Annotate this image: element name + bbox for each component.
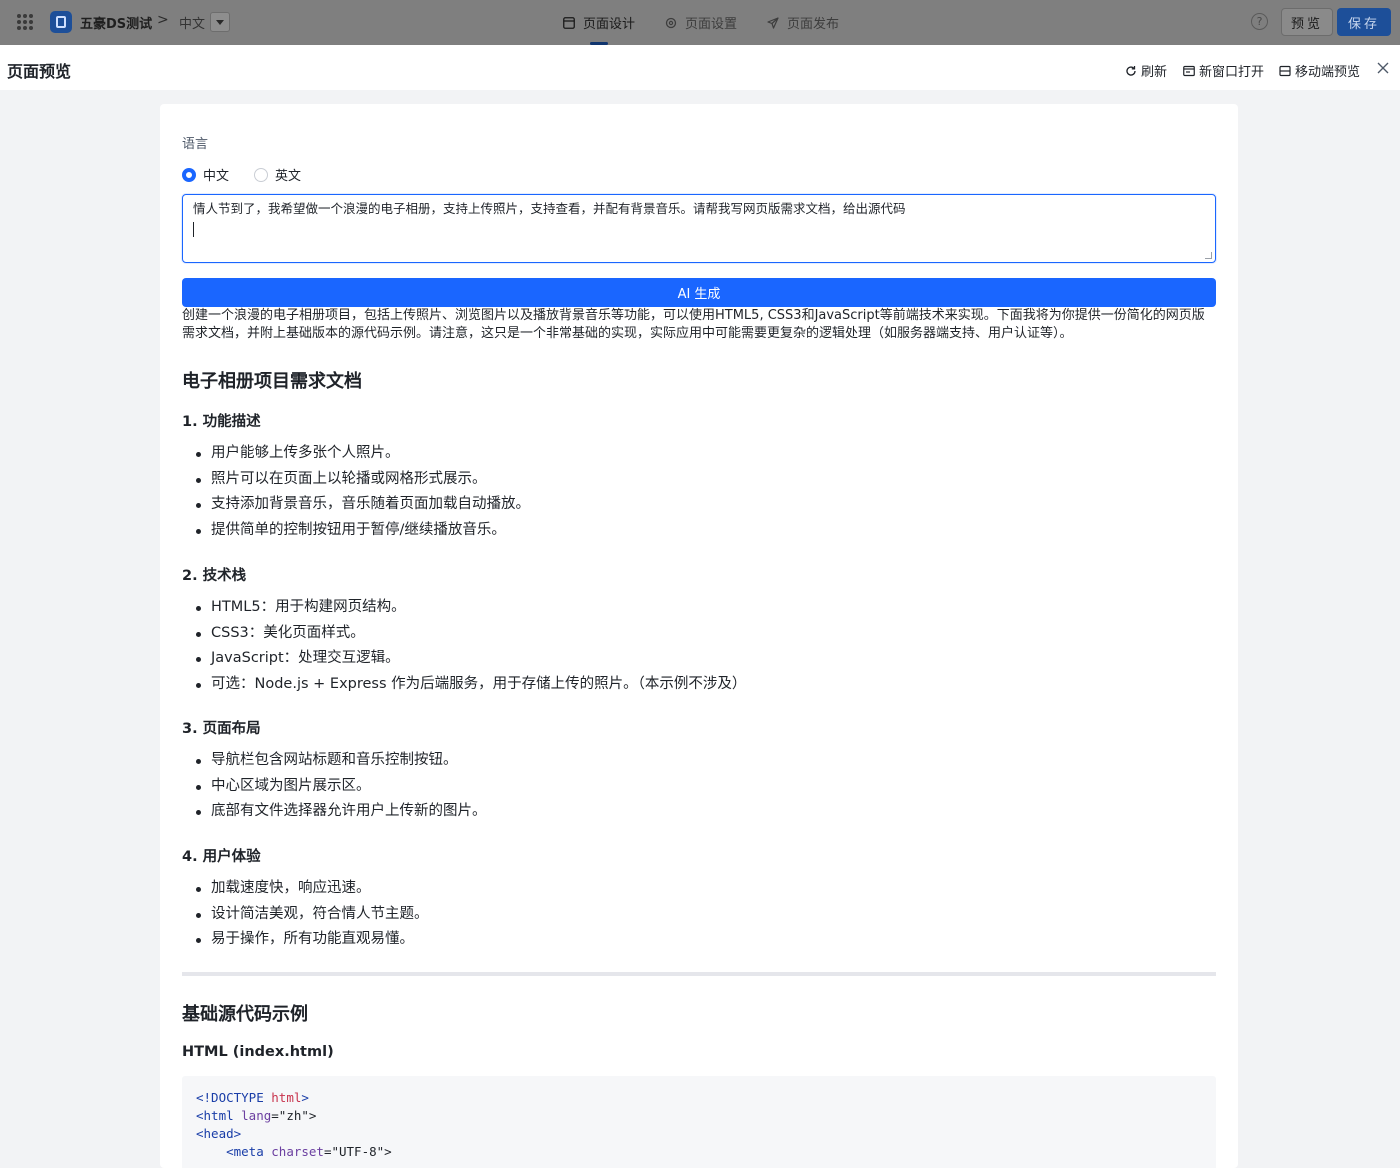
list-item: 加载速度快，响应迅速。 xyxy=(182,876,429,902)
language-dropdown-button[interactable] xyxy=(210,12,230,32)
language-field-label: 语言 xyxy=(182,137,209,152)
close-icon[interactable] xyxy=(1377,62,1389,74)
tab-page-design[interactable]: 页面设计 xyxy=(563,13,635,32)
gear-icon xyxy=(665,17,677,28)
save-button[interactable]: 保存 xyxy=(1337,8,1391,36)
code-section-title: 基础源代码示例 xyxy=(182,1004,308,1025)
radio-checked-icon xyxy=(182,167,196,182)
refresh-label: 刷新 xyxy=(1141,65,1168,80)
prompt-text: 情人节到了，我希望做一个浪漫的电子相册，支持上传照片，支持查看，并配有背景音乐。… xyxy=(193,201,906,216)
tab-label: 页面设计 xyxy=(583,17,636,32)
radio-unchecked-icon xyxy=(254,167,269,182)
radio-label: 英文 xyxy=(275,169,302,184)
list-item: 中心区域为图片展示区。 xyxy=(182,774,487,800)
app-logo-icon xyxy=(50,11,72,33)
list-item: 底部有文件选择器允许用户上传新的图片。 xyxy=(182,799,487,825)
open-new-window-button[interactable]: 新窗口打开 xyxy=(1183,61,1264,80)
code-line: <html lang="zh"> xyxy=(196,1108,317,1123)
section-list: 导航栏包含网站标题和音乐控制按钮。 中心区域为图片展示区。 底部有文件选择器允许… xyxy=(182,748,487,825)
code-block: <!DOCTYPE html> <html lang="zh"> <head> … xyxy=(182,1076,1216,1168)
code-line: <meta charset="UTF-8"> xyxy=(196,1144,392,1159)
top-bar: 五豪DS测试 > 中文 页面设计 页面设置 页面发布 ? 预览 保存 xyxy=(0,0,1400,45)
language-radio-group: 中文 英文 xyxy=(182,165,326,184)
mobile-preview-button[interactable]: 移动端预览 xyxy=(1279,61,1360,80)
code-line: <!DOCTYPE html> xyxy=(196,1090,309,1105)
preview-button[interactable]: 预览 xyxy=(1281,8,1333,36)
ai-generate-button[interactable]: AI 生成 xyxy=(182,278,1216,307)
refresh-icon xyxy=(1126,65,1136,76)
radio-label: 中文 xyxy=(203,169,230,184)
tab-page-settings[interactable]: 页面设置 xyxy=(665,13,737,32)
chevron-down-icon xyxy=(216,19,224,25)
section-list: HTML5：用于构建网页结构。 CSS3：美化页面样式。 JavaScript：… xyxy=(182,595,746,698)
radio-chinese[interactable]: 中文 xyxy=(182,165,229,184)
layout-icon xyxy=(563,16,575,29)
language-selector-label[interactable]: 中文 xyxy=(179,13,205,32)
code-file-title: HTML (index.html) xyxy=(182,1044,334,1060)
section-list: 用户能够上传多张个人照片。 照片可以在页面上以轮播或网格形式展示。 支持添加背景… xyxy=(182,441,530,544)
tab-label: 页面发布 xyxy=(787,17,840,32)
code-line: <head> xyxy=(196,1126,242,1141)
apps-grid-icon[interactable] xyxy=(17,14,33,30)
mobile-icon xyxy=(1279,65,1291,76)
section-title: 4. 用户体验 xyxy=(182,849,261,865)
tab-label: 页面设置 xyxy=(685,17,738,32)
app-name[interactable]: 五豪DS测试 xyxy=(80,13,152,32)
list-item: JavaScript：处理交互逻辑。 xyxy=(182,646,746,672)
list-item: 可选：Node.js + Express 作为后端服务，用于存储上传的照片。（本… xyxy=(182,672,746,698)
section-title: 3. 页面布局 xyxy=(182,721,261,737)
text-caret xyxy=(193,222,194,237)
preview-canvas: 语言 中文 英文 情人节到了，我希望做一个浪漫的电子相册，支持上传照片，支持查看… xyxy=(160,104,1238,1168)
send-icon xyxy=(767,16,779,29)
list-item: 照片可以在页面上以轮播或网格形式展示。 xyxy=(182,467,530,493)
new-window-label: 新窗口打开 xyxy=(1199,65,1265,80)
radio-english[interactable]: 英文 xyxy=(254,165,301,184)
tab-page-publish[interactable]: 页面发布 xyxy=(767,13,839,32)
preview-header: 页面预览 刷新 新窗口打开 移动端预览 xyxy=(0,45,1400,90)
list-item: 导航栏包含网站标题和音乐控制按钮。 xyxy=(182,748,487,774)
refresh-button[interactable]: 刷新 xyxy=(1125,61,1167,80)
list-item: CSS3：美化页面样式。 xyxy=(182,621,746,647)
prompt-textarea[interactable]: 情人节到了，我希望做一个浪漫的电子相册，支持上传照片，支持查看，并配有背景音乐。… xyxy=(182,194,1216,263)
divider xyxy=(182,972,1216,976)
doc-title: 电子相册项目需求文档 xyxy=(182,371,362,392)
list-item: HTML5：用于构建网页结构。 xyxy=(182,595,746,621)
section-title: 2. 技术栈 xyxy=(182,568,247,584)
list-item: 支持添加背景音乐，音乐随着页面加载自动播放。 xyxy=(182,492,530,518)
mobile-preview-label: 移动端预览 xyxy=(1295,65,1361,80)
result-intro: 创建一个浪漫的电子相册项目，包括上传照片、浏览图片以及播放背景音乐等功能，可以使… xyxy=(182,308,1205,341)
breadcrumb-separator: > xyxy=(157,12,169,28)
list-item: 用户能够上传多张个人照片。 xyxy=(182,441,530,467)
page-title: 页面预览 xyxy=(7,62,72,81)
resize-handle[interactable] xyxy=(1205,252,1212,259)
section-title: 1. 功能描述 xyxy=(182,414,261,430)
section-list: 加载速度快，响应迅速。 设计简洁美观，符合情人节主题。 易于操作，所有功能直观易… xyxy=(182,876,429,953)
list-item: 设计简洁美观，符合情人节主题。 xyxy=(182,902,429,928)
new-window-icon xyxy=(1183,65,1195,76)
list-item: 易于操作，所有功能直观易懂。 xyxy=(182,927,429,953)
list-item: 提供简单的控制按钮用于暂停/继续播放音乐。 xyxy=(182,518,530,544)
help-icon[interactable]: ? xyxy=(1251,13,1268,30)
